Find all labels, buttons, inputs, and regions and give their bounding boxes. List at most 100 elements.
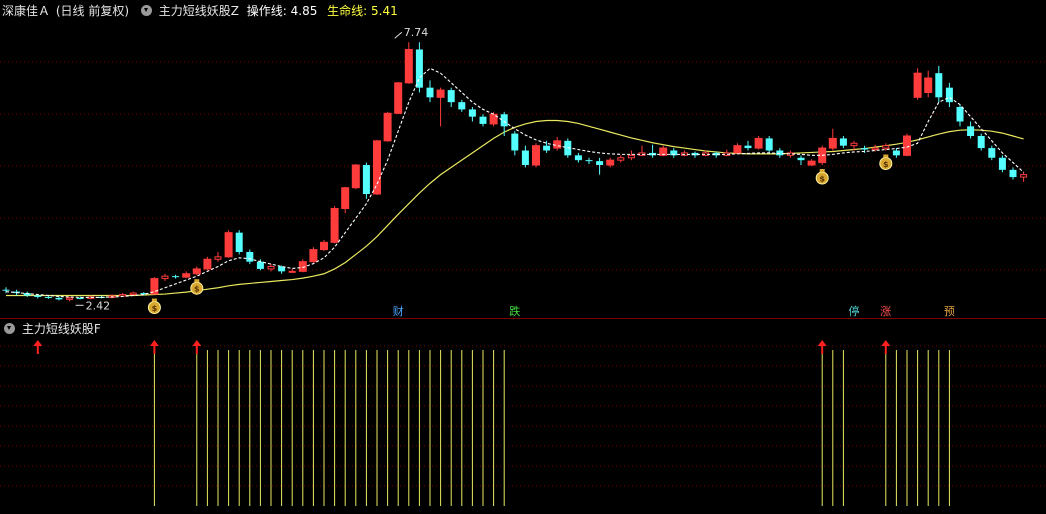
candle-body xyxy=(807,160,816,166)
candle xyxy=(807,159,816,166)
candle xyxy=(288,268,296,273)
candle xyxy=(500,111,508,136)
low-price-label: 2.42 xyxy=(86,299,111,312)
chevron-down-circle-icon[interactable] xyxy=(4,323,15,334)
signal-chart[interactable] xyxy=(0,318,1046,508)
candle xyxy=(235,230,243,255)
candle xyxy=(66,296,74,302)
candle xyxy=(967,121,975,139)
candle xyxy=(988,145,996,161)
svg-text:$: $ xyxy=(152,304,158,313)
candle xyxy=(330,206,339,244)
period-label[interactable]: (日线 前复权) xyxy=(56,2,129,20)
candle xyxy=(458,99,466,112)
candle-body xyxy=(988,148,996,158)
candle xyxy=(585,157,593,165)
money-bag-icon: $ xyxy=(147,298,161,315)
candle-body xyxy=(129,292,137,296)
candle-body xyxy=(76,297,84,299)
candle xyxy=(1009,167,1017,180)
svg-text:$: $ xyxy=(194,285,200,294)
candle xyxy=(723,149,731,157)
candle xyxy=(468,107,476,122)
candle xyxy=(1020,172,1028,182)
candle xyxy=(913,68,922,100)
up-arrow-icon xyxy=(192,340,202,354)
candle-body xyxy=(627,154,635,159)
candle-body xyxy=(362,165,370,194)
candle-body xyxy=(172,276,180,278)
op-line-value: 4.85 xyxy=(290,4,318,18)
candle xyxy=(754,136,763,150)
candle-body xyxy=(267,266,275,270)
candle-body xyxy=(913,72,922,98)
op-line-label: 操作线: xyxy=(246,4,287,18)
candle xyxy=(797,155,805,165)
candle-body xyxy=(585,160,593,162)
candle xyxy=(182,271,191,279)
candle-body xyxy=(426,87,434,98)
candle-body xyxy=(744,145,752,149)
op-line-series xyxy=(5,67,1024,298)
up-arrow-icon xyxy=(33,340,43,354)
candle-body xyxy=(373,140,381,195)
candle-body xyxy=(383,112,392,142)
life-line-label: 生命线: xyxy=(327,4,368,18)
candle xyxy=(617,155,625,163)
candle-body xyxy=(861,148,869,150)
event-badge[interactable]: 跌 xyxy=(508,305,522,318)
candle-body xyxy=(203,258,212,270)
up-arrow-icon xyxy=(149,340,159,354)
candle xyxy=(224,230,233,258)
candle xyxy=(733,143,742,155)
candle xyxy=(627,150,635,161)
candle xyxy=(309,247,318,263)
stock-name[interactable]: 深康佳Ａ xyxy=(2,2,50,20)
candle-body xyxy=(394,82,403,114)
chevron-down-circle-icon[interactable] xyxy=(140,5,152,16)
candle-body xyxy=(161,275,169,280)
candle-body xyxy=(458,102,466,110)
candle xyxy=(23,291,31,297)
high-label-pointer xyxy=(394,31,403,39)
high-price-label: 7.74 xyxy=(404,26,429,39)
money-bag-icon: $ xyxy=(879,154,893,170)
candle xyxy=(670,148,678,158)
candle-body xyxy=(543,145,551,151)
candle xyxy=(924,70,933,98)
candle xyxy=(203,256,212,271)
sub-indicator-name[interactable]: 主力短线妖股F xyxy=(22,322,101,336)
candle-body xyxy=(235,232,243,252)
candle-body xyxy=(256,261,264,269)
candle-body xyxy=(246,252,254,262)
candle-body xyxy=(298,261,307,272)
candle-body xyxy=(903,135,911,156)
main-panel-header: 深康佳Ａ (日线 前复权) 主力短线妖股Z 操作线: 4.85 生命线: 5.4… xyxy=(0,2,404,20)
candle-body xyxy=(892,150,900,156)
candle xyxy=(373,139,381,195)
candle-body xyxy=(224,232,233,258)
candle-body xyxy=(924,77,933,93)
candle xyxy=(362,162,370,199)
candle xyxy=(447,87,455,107)
candle-body xyxy=(797,157,805,161)
candle-body xyxy=(574,155,582,161)
candle-body xyxy=(182,273,191,278)
candle-body xyxy=(1020,174,1028,178)
indicator-name[interactable]: 主力短线妖股Z xyxy=(159,2,239,20)
candle-body xyxy=(447,90,455,103)
candle-body xyxy=(882,145,890,149)
candle xyxy=(426,80,434,103)
candle-body xyxy=(850,142,858,147)
event-badge[interactable]: 财 xyxy=(391,305,405,318)
candle-body xyxy=(532,145,540,166)
candle-body xyxy=(288,270,296,273)
event-badge[interactable]: 预 xyxy=(942,305,956,318)
candle xyxy=(998,155,1006,173)
event-badge[interactable]: 涨 xyxy=(879,305,893,318)
candle xyxy=(351,164,360,190)
event-badge[interactable]: 停 xyxy=(847,305,861,318)
candle-body xyxy=(596,161,604,165)
candlestick-chart[interactable]: 7.74 2.42 $ $ $ $ xyxy=(0,0,1046,318)
candle xyxy=(436,87,445,127)
